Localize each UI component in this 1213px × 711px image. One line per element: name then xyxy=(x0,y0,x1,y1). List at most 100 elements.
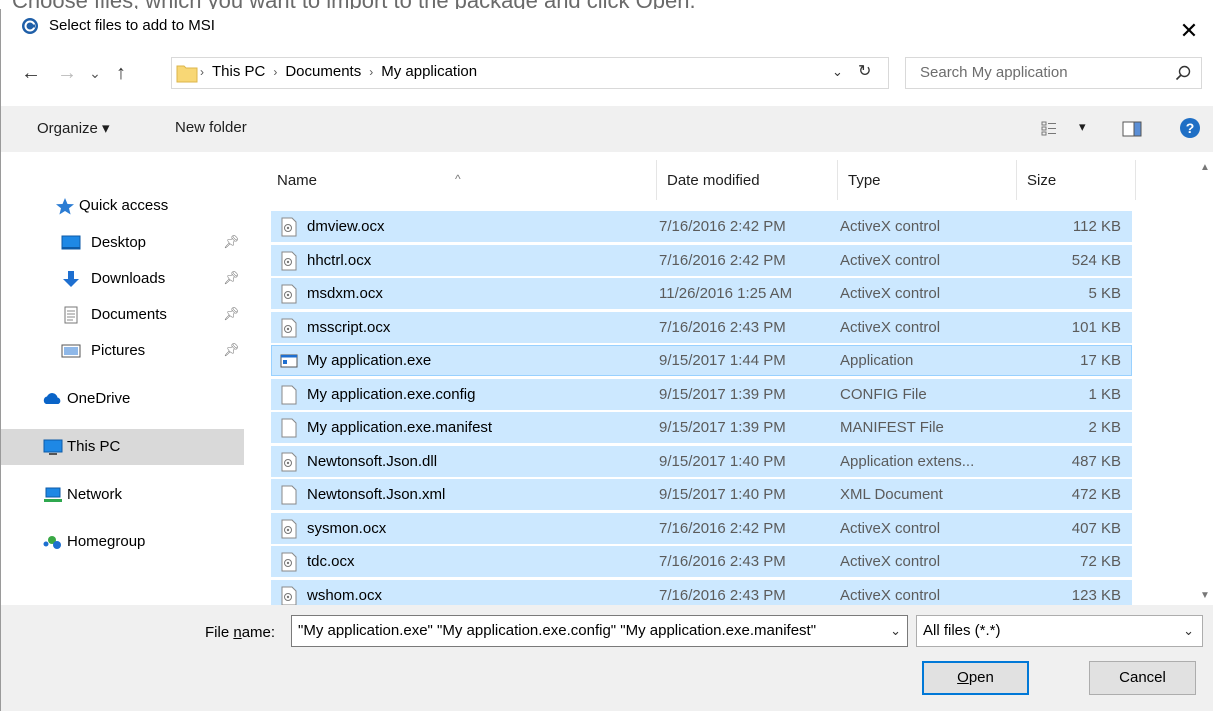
sidebar-item-desktop[interactable]: Desktop 📌︎ xyxy=(1,225,244,261)
file-type: XML Document xyxy=(840,486,943,503)
column-divider[interactable] xyxy=(1135,160,1136,200)
file-date: 9/15/2017 1:40 PM xyxy=(659,453,786,470)
sidebar-item-label: Downloads xyxy=(91,270,166,287)
breadcrumb-separator: › xyxy=(200,65,204,79)
file-type: ActiveX control xyxy=(840,319,941,336)
file-type: CONFIG File xyxy=(840,386,927,403)
sort-ascending-icon: ^ xyxy=(455,172,461,186)
table-row[interactable]: sysmon.ocx 7/16/2016 2:42 PM ActiveX contr… xyxy=(271,513,1132,544)
navigation-bar: ← → ⌄ ↑ › This PC › Documents › My applicati… xyxy=(1,51,1213,95)
file-type: ActiveX control xyxy=(840,285,941,302)
file-icon xyxy=(280,385,298,405)
sidebar-item-label: OneDrive xyxy=(67,390,131,407)
table-row[interactable]: Newtonsoft.Json.xml 9/15/2017 1:40 PM XML … xyxy=(271,479,1132,510)
table-row[interactable]: My application.exe 9/15/2017 1:44 PM Appli… xyxy=(271,345,1132,376)
file-name: tdc.ocx xyxy=(307,553,355,570)
scroll-up-icon[interactable]: ▲ xyxy=(1200,162,1210,173)
file-icon xyxy=(280,251,298,271)
sidebar-item-documents[interactable]: Documents 📌︎ xyxy=(1,297,244,333)
documents-icon xyxy=(64,306,78,324)
recent-locations-button[interactable]: ⌄ xyxy=(85,59,105,87)
file-name-input[interactable]: "My application.exe" "My application.exe… xyxy=(291,615,908,647)
sidebar-item-network[interactable]: Network xyxy=(1,477,244,513)
pictures-icon xyxy=(61,344,81,358)
file-size: 407 KB xyxy=(1071,520,1121,537)
breadcrumb-documents[interactable]: Documents xyxy=(285,63,361,80)
table-row[interactable]: hhctrl.ocx 7/16/2016 2:42 PM ActiveX contr… xyxy=(271,245,1132,276)
file-name: msscript.ocx xyxy=(307,319,391,336)
breadcrumb-separator: › xyxy=(273,65,278,79)
address-dropdown-icon[interactable]: ⌄ xyxy=(832,64,843,80)
view-options-icon[interactable] xyxy=(1041,121,1057,137)
command-bar: Organize ▾ New folder ▾ ? xyxy=(1,106,1213,153)
file-date: 7/16/2016 2:43 PM xyxy=(659,587,786,604)
navigation-pane: Quick access Desktop 📌︎ Downloads 📌︎ Doc… xyxy=(1,152,263,605)
column-header-size[interactable]: Size xyxy=(1017,152,1135,200)
table-row[interactable]: My application.exe.config 9/15/2017 1:39 … xyxy=(271,379,1132,410)
file-icon xyxy=(280,318,298,338)
dialog-footer: File name: "My application.exe" "My appl… xyxy=(1,605,1213,711)
breadcrumb-this-pc[interactable]: This PC xyxy=(212,63,265,80)
help-icon[interactable]: ? xyxy=(1179,117,1201,139)
column-header-type[interactable]: Type xyxy=(838,152,1016,200)
vertical-scrollbar[interactable]: ▲ ▼ xyxy=(1197,152,1213,605)
address-bar[interactable]: › This PC › Documents › My application ⌄ ↻ xyxy=(171,57,889,89)
sidebar-item-pictures[interactable]: Pictures 📌︎ xyxy=(1,333,244,369)
file-list[interactable]: Name ^ Date modified Type Size dmview.oc… xyxy=(263,152,1213,605)
chevron-down-icon[interactable]: ⌄ xyxy=(890,623,901,639)
file-type: Application xyxy=(840,352,914,369)
back-button[interactable]: ← xyxy=(17,59,45,87)
table-row[interactable]: Newtonsoft.Json.dll 9/15/2017 1:40 PM Appl… xyxy=(271,446,1132,477)
table-row[interactable]: dmview.ocx 7/16/2016 2:42 PM ActiveX contr… xyxy=(271,211,1132,242)
table-row[interactable]: msscript.ocx 7/16/2016 2:43 PM ActiveX con… xyxy=(271,312,1132,343)
chevron-down-icon[interactable]: ⌄ xyxy=(1183,623,1194,639)
scroll-down-icon[interactable]: ▼ xyxy=(1200,590,1210,601)
new-folder-button[interactable]: New folder xyxy=(175,119,247,136)
sidebar-item-homegroup[interactable]: Homegroup xyxy=(1,524,244,560)
file-type-select[interactable]: All files (*.*) ⌄ xyxy=(916,615,1203,647)
search-input[interactable]: Search My application xyxy=(905,57,1202,89)
close-button[interactable]: ✕ xyxy=(1169,9,1209,45)
sidebar-item-label: Documents xyxy=(91,306,167,323)
file-size: 472 KB xyxy=(1071,486,1121,503)
column-header-name[interactable]: Name ^ xyxy=(263,152,656,200)
view-dropdown-icon[interactable]: ▾ xyxy=(1079,119,1086,135)
sidebar-item-downloads[interactable]: Downloads 📌︎ xyxy=(1,261,244,297)
file-size: 1 KB xyxy=(1088,386,1121,403)
forward-button[interactable]: → xyxy=(53,59,81,87)
file-name: My application.exe xyxy=(307,352,432,369)
file-name: Newtonsoft.Json.xml xyxy=(307,486,446,503)
column-header-date[interactable]: Date modified xyxy=(657,152,837,200)
file-size: 112 KB xyxy=(1072,218,1121,235)
organize-button[interactable]: Organize ▾ xyxy=(37,119,110,137)
preview-pane-icon[interactable] xyxy=(1122,121,1142,137)
file-type: ActiveX control xyxy=(840,520,941,537)
file-name: dmview.ocx xyxy=(307,218,385,235)
file-type-value: All files (*.*) xyxy=(923,622,1001,639)
file-size: 17 KB xyxy=(1080,352,1121,369)
table-row[interactable]: msdxm.ocx 11/26/2016 1:25 AM ActiveX contr… xyxy=(271,278,1132,309)
file-size: 5 KB xyxy=(1088,285,1121,302)
sidebar-item-this-pc[interactable]: This PC xyxy=(1,429,244,465)
file-type: Application extens... xyxy=(840,453,975,470)
file-icon xyxy=(280,418,298,438)
file-type: ActiveX control xyxy=(840,218,941,235)
file-date: 7/16/2016 2:43 PM xyxy=(659,319,786,336)
file-date: 7/16/2016 2:42 PM xyxy=(659,520,786,537)
search-icon[interactable] xyxy=(1175,65,1191,81)
file-date: 9/15/2017 1:39 PM xyxy=(659,386,786,403)
file-size: 101 KB xyxy=(1071,319,1121,336)
open-button[interactable]: Open xyxy=(922,661,1029,695)
cancel-button[interactable]: Cancel xyxy=(1089,661,1196,695)
table-row[interactable]: tdc.ocx 7/16/2016 2:43 PM ActiveX control 7… xyxy=(271,546,1132,577)
breadcrumb-my-application[interactable]: My application xyxy=(381,63,477,80)
table-row[interactable]: wshom.ocx 7/16/2016 2:43 PM ActiveX contro… xyxy=(271,580,1132,605)
refresh-icon[interactable]: ↻ xyxy=(858,61,871,81)
sidebar-item-onedrive[interactable]: OneDrive xyxy=(1,381,244,417)
file-name: msdxm.ocx xyxy=(307,285,383,302)
download-icon xyxy=(63,271,79,287)
table-row[interactable]: My application.exe.manifest 9/15/2017 1:3… xyxy=(271,412,1132,443)
sidebar-item-quick-access[interactable]: Quick access xyxy=(1,188,244,224)
up-button[interactable]: ↑ xyxy=(107,59,135,87)
file-name-label: File name: xyxy=(205,624,276,641)
